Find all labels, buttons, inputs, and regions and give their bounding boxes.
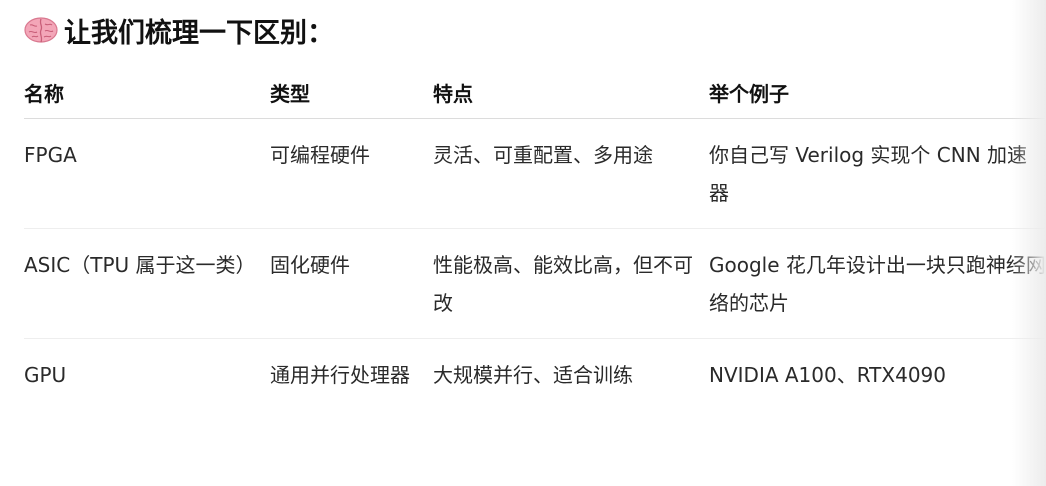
header-type: 类型 <box>270 82 310 106</box>
cell-type: 可编程硬件 <box>270 143 370 167</box>
cell-features: 性能极高、能效比高，但不可改 <box>433 253 693 315</box>
table-header-row: 名称 类型 特点 举个例子 <box>24 70 1046 119</box>
section-heading: 让我们梳理一下区别： <box>24 10 334 50</box>
table-row: FPGA 可编程硬件 灵活、可重配置、多用途 你自己写 Verilog 实现个 … <box>24 119 1046 229</box>
cell-type: 通用并行处理器 <box>270 363 410 387</box>
cell-example: NVIDIA A100、RTX4090 <box>709 363 946 387</box>
heading-text: 让我们梳理一下区别： <box>64 17 334 49</box>
cell-name: FPGA <box>24 143 77 167</box>
header-features: 特点 <box>433 82 473 106</box>
cell-example: Google 花几年设计出一块只跑神经网络的芯片 <box>709 253 1046 315</box>
scroll-edge-shadow <box>1012 0 1046 486</box>
cell-type: 固化硬件 <box>270 253 350 277</box>
cell-name: ASIC（TPU 属于这一类） <box>24 253 256 277</box>
cell-features: 灵活、可重配置、多用途 <box>433 143 653 167</box>
header-name: 名称 <box>24 82 64 106</box>
table-row: GPU 通用并行处理器 大规模并行、适合训练 NVIDIA A100、RTX40… <box>24 339 1046 448</box>
cell-example: 你自己写 Verilog 实现个 CNN 加速器 <box>709 143 1028 205</box>
header-example: 举个例子 <box>709 82 789 106</box>
brain-icon <box>24 17 58 43</box>
cell-name: GPU <box>24 363 67 387</box>
comparison-table: 名称 类型 特点 举个例子 FPGA 可编程硬件 灵活、可重配置、多用途 你自己… <box>24 70 1046 448</box>
cell-features: 大规模并行、适合训练 <box>433 363 633 387</box>
table-row: ASIC（TPU 属于这一类） 固化硬件 性能极高、能效比高，但不可改 Goog… <box>24 229 1046 339</box>
document-page: 让我们梳理一下区别： 名称 类型 特点 举个例子 FPGA 可编程硬件 灵活、可… <box>0 0 1046 486</box>
